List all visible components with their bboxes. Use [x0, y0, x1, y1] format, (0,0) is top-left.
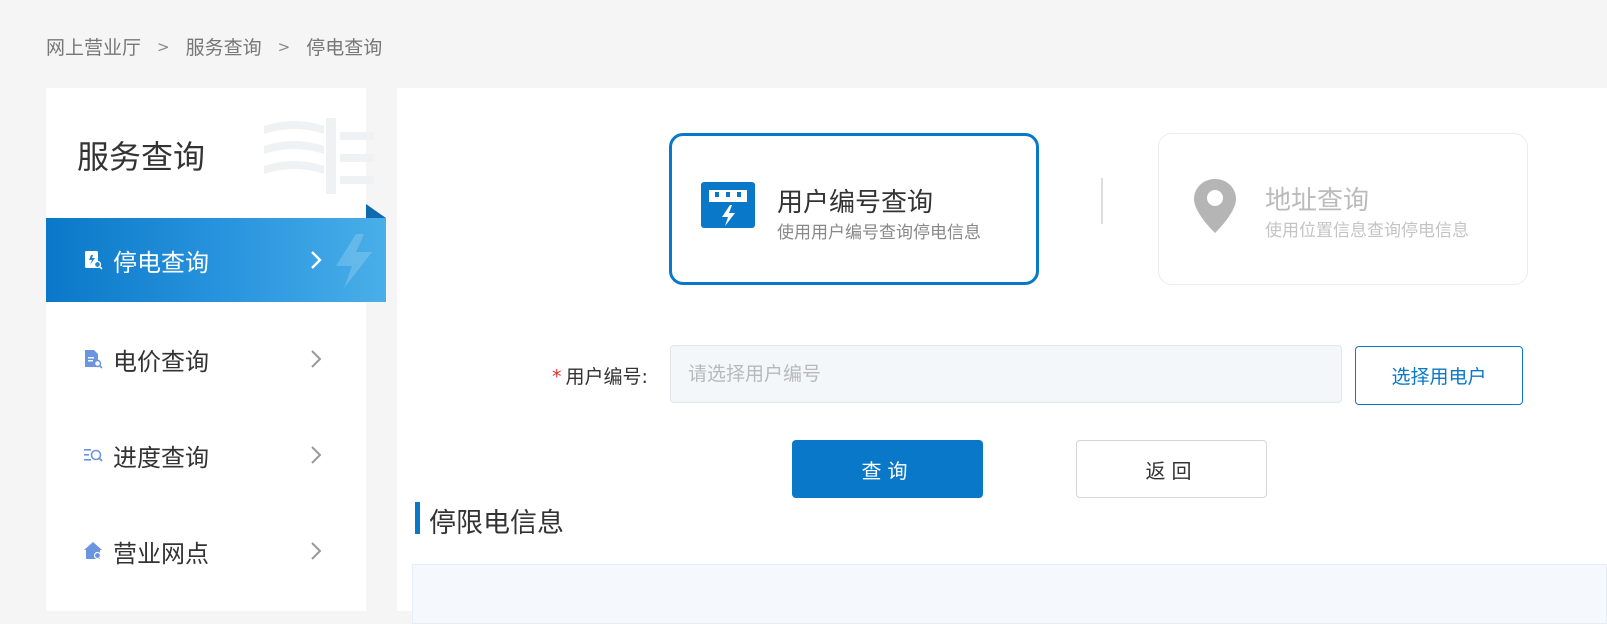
sidebar-item-service-outlet[interactable]: 营业网点 [46, 509, 366, 593]
chevron-right-icon [311, 350, 322, 368]
user-number-input[interactable] [670, 345, 1342, 403]
required-mark: * [552, 366, 562, 388]
breadcrumb-separator: > [157, 37, 170, 56]
query-mode-title: 地址查询 [1265, 186, 1370, 216]
section-title: 停限电信息 [429, 508, 564, 539]
card-divider [1101, 178, 1103, 224]
outage-info-panel [412, 564, 1607, 624]
sidebar-title: 服务查询 [77, 138, 206, 176]
chevron-right-icon [311, 446, 322, 464]
breadcrumb-service[interactable]: 服务查询 [186, 33, 262, 60]
lightning-watermark-icon [336, 234, 372, 288]
user-number-label: * 用户编号: [552, 362, 648, 389]
sidebar-item-outage-query[interactable]: 停电查询 [46, 218, 386, 302]
breadcrumb-separator: > [277, 37, 291, 56]
active-tab-fold [366, 204, 386, 218]
query-mode-user-number[interactable]: 用户编号查询 使用用户编号查询停电信息 [669, 133, 1039, 285]
sidebar: 服务查询 停电查询 电价查询 进度查询 营业网点 [46, 88, 386, 611]
service-outlet-icon [84, 542, 102, 560]
back-button[interactable]: 返回 [1076, 440, 1267, 498]
progress-search-icon [84, 449, 103, 462]
select-customer-button[interactable]: 选择用电户 [1355, 346, 1523, 405]
sidebar-item-price-query[interactable]: 电价查询 [46, 317, 366, 401]
sidebar-item-label: 营业网点 [113, 539, 209, 568]
sidebar-item-label: 电价查询 [113, 347, 209, 376]
query-mode-address[interactable]: 地址查询 使用位置信息查询停电信息 [1158, 133, 1528, 285]
query-mode-subtitle: 使用用户编号查询停电信息 [777, 223, 981, 243]
query-mode-title: 用户编号查询 [777, 188, 934, 218]
sidebar-item-label: 进度查询 [113, 443, 209, 472]
user-number-label-text: 用户编号: [565, 366, 648, 388]
sidebar-item-label: 停电查询 [113, 248, 209, 277]
chevron-right-icon [311, 542, 322, 560]
sidebar-item-progress-query[interactable]: 进度查询 [46, 413, 366, 497]
query-mode-subtitle: 使用位置信息查询停电信息 [1265, 221, 1469, 241]
breadcrumb: 网上营业厅 > 服务查询 > 停电查询 [46, 33, 382, 60]
breadcrumb-home[interactable]: 网上营业厅 [46, 33, 141, 60]
main-panel: 用户编号查询 使用用户编号查询停电信息 地址查询 使用位置信息查询停电信息 * 用… [397, 88, 1607, 624]
chevron-right-icon [311, 251, 322, 269]
breadcrumb-current: 停电查询 [306, 37, 383, 59]
price-search-icon [85, 350, 103, 369]
section-accent-bar [415, 502, 420, 534]
sidebar-decoration-icon [264, 118, 374, 194]
outage-search-icon [85, 251, 103, 270]
meter-icon [701, 182, 755, 228]
location-pin-icon [1194, 179, 1236, 233]
query-button[interactable]: 查询 [792, 440, 983, 498]
